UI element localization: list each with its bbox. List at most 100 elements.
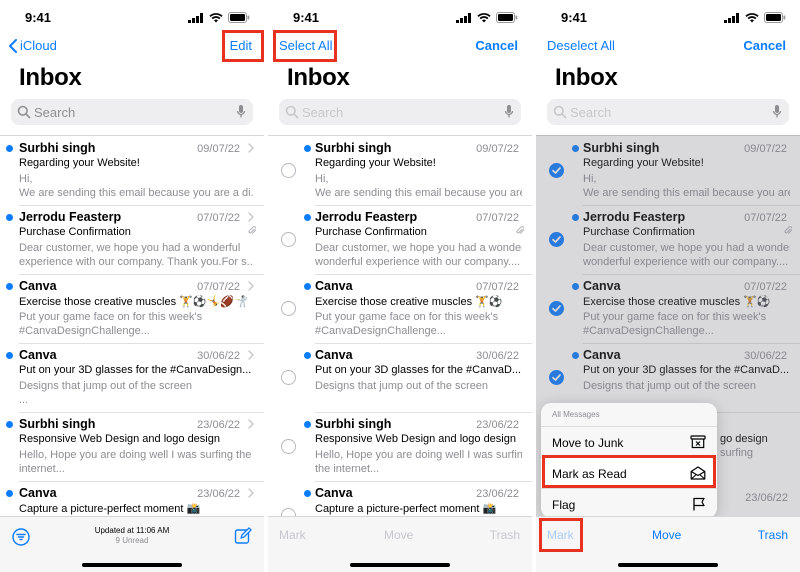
selection-circle[interactable] xyxy=(281,301,296,316)
selection-circle[interactable] xyxy=(281,370,296,385)
search-input: Search xyxy=(279,99,521,125)
unread-dot xyxy=(304,145,311,152)
bottom-toolbar: Updated at 11:06 AM 9 Unread xyxy=(0,516,264,572)
mail-list-item[interactable]: Jerrodu Feasterp 07/07/22 Purchase Confirm… xyxy=(268,206,532,275)
back-button[interactable]: iCloud xyxy=(8,38,57,53)
chevron-right-icon xyxy=(248,212,254,222)
home-indicator xyxy=(82,563,182,567)
mail-preview-line: Designs that jump out of the screen xyxy=(19,380,193,392)
status-icons xyxy=(724,12,786,23)
unread-dot xyxy=(304,283,311,290)
search-icon xyxy=(553,105,567,119)
search-input[interactable]: Search xyxy=(11,99,253,125)
mail-list-item[interactable]: Surbhi singh 09/07/22 Regarding your Websi… xyxy=(0,137,264,206)
chevron-right-icon xyxy=(248,419,254,429)
unread-dot xyxy=(304,352,311,359)
wifi-icon xyxy=(745,12,759,22)
mail-preview-line: #CanvaDesignChallenge... xyxy=(315,325,446,337)
mail-preview-line: We are sending this email because you ar… xyxy=(19,187,254,199)
page-title: Inbox xyxy=(19,64,82,91)
chevron-right-icon xyxy=(248,143,254,153)
selection-circle[interactable] xyxy=(281,163,296,178)
navigation-bar: Deselect All Cancel xyxy=(536,34,800,60)
deselect-all-button[interactable]: Deselect All xyxy=(547,38,615,53)
mail-sender: Surbhi singh xyxy=(315,417,392,431)
unread-dot xyxy=(6,145,13,152)
battery-icon xyxy=(496,12,518,23)
cancel-button[interactable]: Cancel xyxy=(743,38,786,53)
mail-list-item[interactable]: Canva 30/06/22 Put on your 3D glasses for … xyxy=(0,344,264,413)
microphone-icon[interactable] xyxy=(236,104,246,119)
mail-date: 23/06/22 xyxy=(476,419,519,431)
mail-subject: Capture a picture-perfect moment 📸 xyxy=(315,503,497,515)
wifi-icon xyxy=(209,12,223,22)
menu-heading: All Messages xyxy=(552,410,600,419)
status-time: 9:41 xyxy=(293,10,320,25)
updated-status: Updated at 11:06 AM xyxy=(94,526,170,535)
mail-sender: Surbhi singh xyxy=(315,141,392,155)
mail-subject: Put on your 3D glasses for the #CanvaDes… xyxy=(19,364,252,376)
menu-item-flag[interactable]: Flag xyxy=(541,488,717,518)
highlight-select-all-box xyxy=(273,30,337,62)
mail-sender: Surbhi singh xyxy=(19,141,96,155)
mail-list-item[interactable]: Jerrodu Feasterp 07/07/22 Purchase Confirm… xyxy=(0,206,264,275)
mail-preview-line: Designs that jump out of the screen xyxy=(315,380,489,392)
mail-preview-line: #CanvaDesignChallenge... xyxy=(19,325,150,337)
mail-sender: Canva xyxy=(19,486,57,500)
move-button: Move xyxy=(384,528,414,542)
mail-preview-line: ... xyxy=(19,394,29,406)
mail-date: 07/07/22 xyxy=(197,281,240,293)
search-placeholder: Search xyxy=(302,105,344,120)
chevron-right-icon xyxy=(248,488,254,498)
signal-icon xyxy=(188,12,203,23)
mail-preview-line: Put your game face on for this week's xyxy=(315,311,499,323)
wifi-icon xyxy=(477,12,491,22)
status-time: 9:41 xyxy=(25,10,52,25)
mail-list-item[interactable]: Surbhi singh 09/07/22 Regarding your Websi… xyxy=(268,137,532,206)
unread-dot xyxy=(6,490,13,497)
mail-sender: Canva xyxy=(315,348,353,362)
inbox-screen-mark-menu: 9:41 Deselect All Cancel Inbox Search Su… xyxy=(536,0,800,572)
selection-circle[interactable] xyxy=(281,439,296,454)
mail-list-item[interactable]: Canva 07/07/22 Exercise those creative mus… xyxy=(0,275,264,344)
compose-icon[interactable] xyxy=(234,527,252,545)
mail-list-item[interactable]: Surbhi singh 23/06/22 Responsive Web Desig… xyxy=(0,413,264,482)
mail-date: 09/07/22 xyxy=(197,143,240,155)
unread-dot xyxy=(6,352,13,359)
flag-icon xyxy=(693,497,705,511)
mail-list-item[interactable]: Canva 07/07/22 Exercise those creative mus… xyxy=(268,275,532,344)
mail-subject: Purchase Confirmation xyxy=(315,226,427,238)
unread-dot xyxy=(6,214,13,221)
signal-icon xyxy=(456,12,471,23)
mail-list-item[interactable]: Surbhi singh 23/06/22 Responsive Web Desig… xyxy=(268,413,532,482)
cancel-button[interactable]: Cancel xyxy=(475,38,518,53)
mail-sender: Canva xyxy=(315,279,353,293)
menu-item-move-to-junk[interactable]: Move to Junk xyxy=(541,426,717,457)
mail-preview-line: Put your game face on for this week's xyxy=(19,311,203,323)
battery-icon xyxy=(228,12,250,23)
unread-count: 9 Unread xyxy=(115,536,149,545)
list-divider xyxy=(0,135,264,136)
chevron-left-icon xyxy=(9,38,17,53)
mail-date: 30/06/22 xyxy=(476,350,519,362)
move-button[interactable]: Move xyxy=(652,528,681,542)
mail-preview-line: Dear customer, we hope you had a wonderf… xyxy=(315,242,522,254)
search-placeholder: Search xyxy=(34,105,76,120)
trash-button[interactable]: Trash xyxy=(758,528,788,542)
bottom-toolbar: Mark Move Trash xyxy=(268,516,532,572)
mail-preview-line: internet... xyxy=(19,463,65,475)
mail-subject: Regarding your Website! xyxy=(315,157,436,169)
inbox-screen-default: 9:41 iCloud Edit Inbox Search Surbhi sin… xyxy=(0,0,264,572)
signal-icon xyxy=(724,12,739,23)
menu-item-label: Flag xyxy=(552,498,576,512)
mail-subject: Responsive Web Design and logo design xyxy=(19,433,220,445)
unread-dot xyxy=(304,214,311,221)
mail-list-item[interactable]: Canva 30/06/22 Put on your 3D glasses for … xyxy=(268,344,532,413)
mail-date: 23/06/22 xyxy=(197,419,240,431)
selection-circle[interactable] xyxy=(281,232,296,247)
mail-sender: Surbhi singh xyxy=(19,417,96,431)
mail-date: 23/06/22 xyxy=(197,488,240,500)
mail-sender: Canva xyxy=(19,348,57,362)
battery-icon xyxy=(764,12,786,23)
mail-preview-line: We are sending this email because you ar… xyxy=(315,187,522,199)
